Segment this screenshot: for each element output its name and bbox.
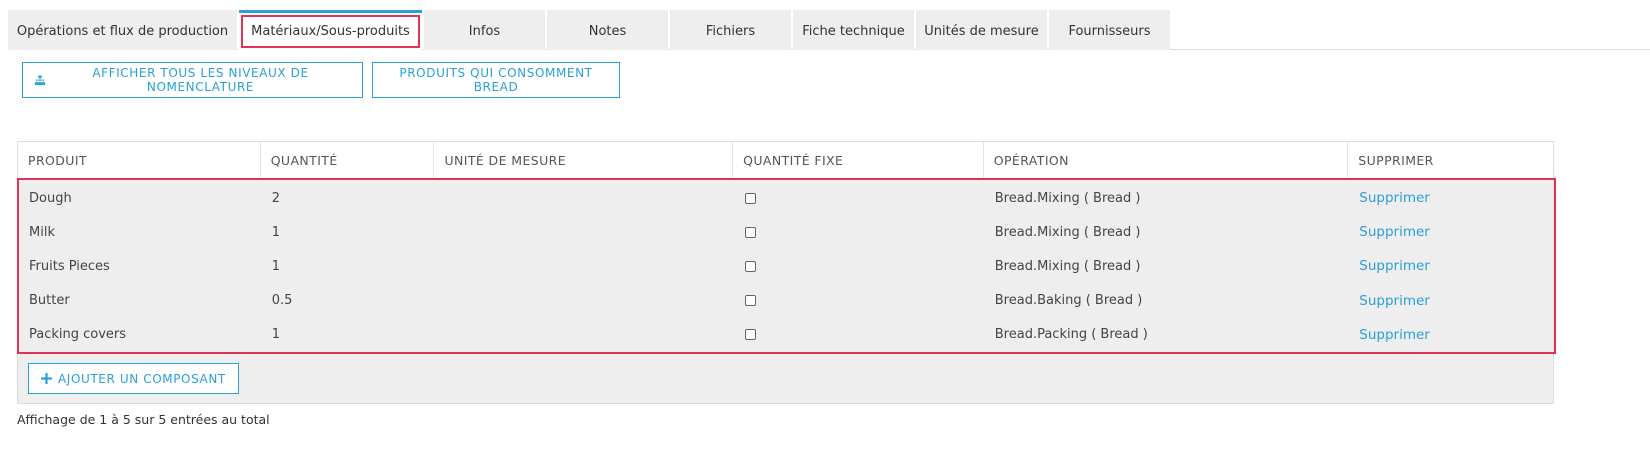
column-header-delete: SUPPRIMER <box>1358 153 1434 168</box>
table-row: Fruits Pieces 1 Bread.Mixing ( Bread ) S… <box>19 249 1554 283</box>
components-table: PRODUIT QUANTITÉ UNITÉ DE MESURE QUANTIT… <box>17 141 1556 404</box>
fixed-quantity-checkbox[interactable] <box>745 329 757 341</box>
sitemap-icon <box>35 74 46 85</box>
fixed-quantity-checkbox[interactable] <box>745 192 757 204</box>
unit-cell[interactable] <box>435 249 734 283</box>
unit-cell[interactable] <box>435 318 734 352</box>
product-cell[interactable]: Fruits Pieces <box>19 249 262 283</box>
tab-label: Infos <box>468 23 501 39</box>
fixed-quantity-checkbox[interactable] <box>745 295 757 307</box>
tab-operations[interactable]: Opérations et flux de production <box>8 10 237 50</box>
fixed-quantity-cell <box>734 181 985 215</box>
tab-label: Opérations et flux de production <box>16 23 229 39</box>
product-cell[interactable]: Dough <box>19 181 262 215</box>
column-header-operation[interactable]: OPÉRATION <box>984 142 1349 179</box>
unit-cell[interactable] <box>435 215 734 249</box>
column-header-product[interactable]: PRODUIT <box>18 142 261 179</box>
tab-datasheet[interactable]: Fiche technique <box>793 10 914 50</box>
column-header-quantity[interactable]: QUANTITÉ <box>261 142 435 179</box>
table-header: PRODUIT QUANTITÉ UNITÉ DE MESURE QUANTIT… <box>18 142 1553 179</box>
delete-link[interactable]: Supprimer <box>1359 327 1430 343</box>
table-body: Dough 2 Bread.Mixing ( Bread ) Supprimer… <box>17 178 1556 354</box>
tab-label: Matériaux/Sous-produits <box>241 15 420 48</box>
fixed-quantity-checkbox[interactable] <box>745 226 757 238</box>
operation-cell[interactable]: Bread.Mixing ( Bread ) <box>985 215 1350 249</box>
quantity-cell[interactable]: 1 <box>262 249 436 283</box>
delete-link[interactable]: Supprimer <box>1359 258 1430 274</box>
tab-units[interactable]: Unités de mesure <box>916 10 1047 50</box>
tab-notes[interactable]: Notes <box>547 10 668 50</box>
quantity-cell[interactable]: 0.5 <box>262 284 436 318</box>
fixed-quantity-cell <box>734 284 985 318</box>
delete-cell: Supprimer <box>1349 249 1554 283</box>
tab-suppliers[interactable]: Fournisseurs <box>1049 10 1170 50</box>
product-cell[interactable]: Milk <box>19 215 262 249</box>
operation-cell[interactable]: Bread.Baking ( Bread ) <box>985 284 1350 318</box>
add-component-button[interactable]: AJOUTER UN COMPOSANT <box>28 363 239 394</box>
column-header-unit[interactable]: UNITÉ DE MESURE <box>434 142 734 179</box>
pagination-summary: Affichage de 1 à 5 sur 5 entrées au tota… <box>17 412 270 427</box>
action-buttons: AFFICHER TOUS LES NIVEAUX DE NOMENCLATUR… <box>22 62 620 98</box>
delete-cell: Supprimer <box>1349 181 1554 215</box>
operation-cell[interactable]: Bread.Packing ( Bread ) <box>985 318 1350 352</box>
tab-bar: Opérations et flux de production Matéria… <box>8 10 1172 50</box>
tab-label: Unités de mesure <box>924 23 1039 39</box>
quantity-cell[interactable]: 2 <box>262 181 436 215</box>
fixed-quantity-cell <box>734 318 985 352</box>
tab-label: Notes <box>588 23 627 39</box>
delete-link[interactable]: Supprimer <box>1359 293 1430 309</box>
tab-materials[interactable]: Matériaux/Sous-produits <box>239 10 422 50</box>
tab-infos[interactable]: Infos <box>424 10 545 50</box>
consuming-products-button[interactable]: PRODUITS QUI CONSOMMENT BREAD <box>372 62 620 98</box>
show-all-levels-button[interactable]: AFFICHER TOUS LES NIVEAUX DE NOMENCLATUR… <box>22 62 363 98</box>
operation-cell[interactable]: Bread.Mixing ( Bread ) <box>985 181 1350 215</box>
unit-cell[interactable] <box>435 284 734 318</box>
show-all-levels-label: AFFICHER TOUS LES NIVEAUX DE NOMENCLATUR… <box>92 66 309 94</box>
delete-cell: Supprimer <box>1349 318 1554 352</box>
tab-label: Fiche technique <box>802 23 905 39</box>
delete-cell: Supprimer <box>1349 215 1554 249</box>
quantity-cell[interactable]: 1 <box>262 318 436 352</box>
tab-label: Fournisseurs <box>1068 23 1151 39</box>
column-header-fixed-quantity[interactable]: QUANTITÉ FIXE <box>733 142 984 179</box>
operation-cell[interactable]: Bread.Mixing ( Bread ) <box>985 249 1350 283</box>
delete-link[interactable]: Supprimer <box>1359 190 1430 206</box>
table-row: Milk 1 Bread.Mixing ( Bread ) Supprimer <box>19 215 1554 249</box>
tab-label: Fichiers <box>705 23 756 39</box>
add-component-label: AJOUTER UN COMPOSANT <box>58 371 226 386</box>
fixed-quantity-checkbox[interactable] <box>745 260 757 272</box>
quantity-cell[interactable]: 1 <box>262 215 436 249</box>
tab-files[interactable]: Fichiers <box>670 10 791 50</box>
table-row: Dough 2 Bread.Mixing ( Bread ) Supprimer <box>19 181 1554 215</box>
fixed-quantity-cell <box>734 215 985 249</box>
product-cell[interactable]: Packing covers <box>19 318 262 352</box>
fixed-quantity-cell <box>734 249 985 283</box>
table-row: Butter 0.5 Bread.Baking ( Bread ) Suppri… <box>19 284 1554 318</box>
product-cell[interactable]: Butter <box>19 284 262 318</box>
consuming-products-label: PRODUITS QUI CONSOMMENT BREAD <box>399 66 593 94</box>
plus-icon <box>41 373 52 384</box>
table-row: Packing covers 1 Bread.Packing ( Bread )… <box>19 318 1554 352</box>
unit-cell[interactable] <box>435 181 734 215</box>
delete-link[interactable]: Supprimer <box>1359 224 1430 240</box>
delete-cell: Supprimer <box>1349 284 1554 318</box>
